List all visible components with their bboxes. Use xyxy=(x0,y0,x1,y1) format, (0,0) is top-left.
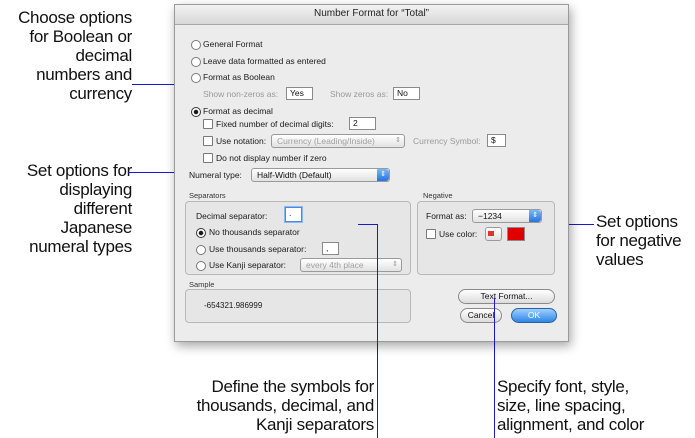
callout-line: values xyxy=(596,250,644,269)
text-format-button[interactable]: Text Format... xyxy=(458,289,555,304)
sample-title: Sample xyxy=(189,280,215,289)
notation-checkbox[interactable] xyxy=(203,136,213,146)
use-color-checkbox[interactable] xyxy=(426,229,436,239)
fixed-digits-field[interactable]: 2 xyxy=(349,117,376,130)
negative-format-value: −1234 xyxy=(478,211,502,221)
number-format-dialog: Number Format for “Total” General Format… xyxy=(174,4,569,342)
decimal-separator-label: Decimal separator: xyxy=(196,211,268,221)
negative-title: Negative xyxy=(423,191,453,200)
callout-line: for negative xyxy=(596,231,682,250)
use-color-label[interactable]: Use color: xyxy=(439,229,477,239)
callout-line: numeral types xyxy=(29,237,132,256)
leader-line-separators-cover-v xyxy=(377,224,378,344)
no-display-zero-label[interactable]: Do not display number if zero xyxy=(216,153,327,163)
notation-popup[interactable]: Currency (Leading/Inside) ⇕ xyxy=(271,134,405,148)
callout-negative: Set options for negative values xyxy=(596,212,695,269)
leader-line-separators-cover xyxy=(358,224,378,225)
callout-line: thousands, decimal, and xyxy=(196,396,375,415)
negative-format-popup[interactable]: −1234 ⇕ xyxy=(472,209,542,223)
callout-line: alignment, and color xyxy=(497,415,645,434)
color-menu-icon xyxy=(488,231,494,236)
boolean-radio[interactable] xyxy=(191,73,201,83)
cancel-button[interactable]: Cancel xyxy=(460,308,502,323)
sample-value: -654321.986999 xyxy=(204,301,263,310)
leader-line-boolean xyxy=(132,84,178,85)
fixed-digits-checkbox[interactable] xyxy=(203,119,213,129)
popup-arrows-icon: ⇕ xyxy=(377,169,389,181)
callout-line: Set options for xyxy=(26,161,132,180)
general-format-radio[interactable] xyxy=(191,40,201,50)
negative-color-swatch[interactable] xyxy=(507,227,525,241)
separators-title: Separators xyxy=(189,191,226,200)
use-thousands-label[interactable]: Use thousands separator: xyxy=(209,244,306,254)
callout-line: Japanese xyxy=(60,218,133,237)
decimal-label[interactable]: Format as decimal xyxy=(203,106,273,116)
decimal-separator-field[interactable]: . xyxy=(285,207,302,222)
ok-button[interactable]: OK xyxy=(511,308,557,323)
currency-symbol-field[interactable]: $ xyxy=(487,134,506,147)
kanji-value: every 4th place xyxy=(306,260,364,270)
popup-arrows-icon: ⇕ xyxy=(529,210,541,222)
general-format-label[interactable]: General Format xyxy=(203,39,263,49)
numeral-type-popup[interactable]: Half-Width (Default) ⇕ xyxy=(251,168,390,182)
no-display-zero-checkbox[interactable] xyxy=(203,153,213,163)
nonzero-label: Show non-zeros as: xyxy=(203,89,279,99)
leave-data-radio[interactable] xyxy=(191,57,201,67)
kanji-label[interactable]: Use Kanji separator: xyxy=(209,260,286,270)
nonzero-field[interactable]: Yes xyxy=(286,87,313,100)
popup-arrows-icon: ⇕ xyxy=(395,137,401,144)
kanji-radio[interactable] xyxy=(196,261,206,271)
callout-line: currency xyxy=(69,84,132,103)
callout-line: for Boolean or xyxy=(29,27,132,46)
numeral-type-value: Half-Width (Default) xyxy=(257,170,332,180)
color-menu-popup[interactable] xyxy=(485,227,502,241)
popup-arrows-icon: ⇕ xyxy=(392,261,398,268)
callout-textformat: Specify font, style, size, line spacing,… xyxy=(497,377,695,434)
notation-label[interactable]: Use notation: xyxy=(216,136,266,146)
callout-line: decimal xyxy=(75,46,133,65)
numeral-type-label: Numeral type: xyxy=(189,170,242,180)
fixed-digits-label[interactable]: Fixed number of decimal digits: xyxy=(216,119,334,129)
no-thousands-label[interactable]: No thousands separator xyxy=(209,227,300,237)
callout-line: Specify font, style, xyxy=(497,377,629,396)
leave-data-label[interactable]: Leave data formatted as entered xyxy=(203,56,326,66)
callout-line: displaying xyxy=(59,180,132,199)
callout-line: numbers and xyxy=(36,65,132,84)
callout-line: different xyxy=(73,199,133,218)
dialog-title: Number Format for “Total” xyxy=(313,8,430,19)
boolean-label[interactable]: Format as Boolean xyxy=(203,72,275,82)
callout-line: size, line spacing, xyxy=(497,396,626,415)
currency-symbol-label: Currency Symbol: xyxy=(413,136,481,146)
kanji-popup[interactable]: every 4th place ⇕ xyxy=(300,258,402,272)
title-bar[interactable]: Number Format for “Total” xyxy=(175,5,568,25)
callout-line: Kanji separators xyxy=(255,415,374,434)
thousands-separator-field[interactable]: , xyxy=(322,242,339,255)
callout-line: Choose options xyxy=(18,8,132,27)
callout-line: Set options xyxy=(596,212,678,231)
leader-line-textformat-cover xyxy=(494,298,495,342)
format-as-label: Format as: xyxy=(426,211,467,221)
notation-value: Currency (Leading/Inside) xyxy=(277,136,375,146)
decimal-radio[interactable] xyxy=(191,107,201,117)
zero-label: Show zeros as: xyxy=(330,89,389,99)
negative-group: Format as: −1234 ⇕ Use color: xyxy=(417,201,555,275)
callout-separators: Define the symbols for thousands, decima… xyxy=(160,377,375,434)
no-thousands-radio[interactable] xyxy=(196,228,206,238)
callout-boolean: Choose options for Boolean or decimal nu… xyxy=(0,8,132,103)
zero-field[interactable]: No xyxy=(393,87,420,100)
callout-numeral: Set options for displaying different Jap… xyxy=(0,161,132,256)
callout-line: Define the symbols for xyxy=(211,377,374,396)
use-thousands-radio[interactable] xyxy=(196,245,206,255)
